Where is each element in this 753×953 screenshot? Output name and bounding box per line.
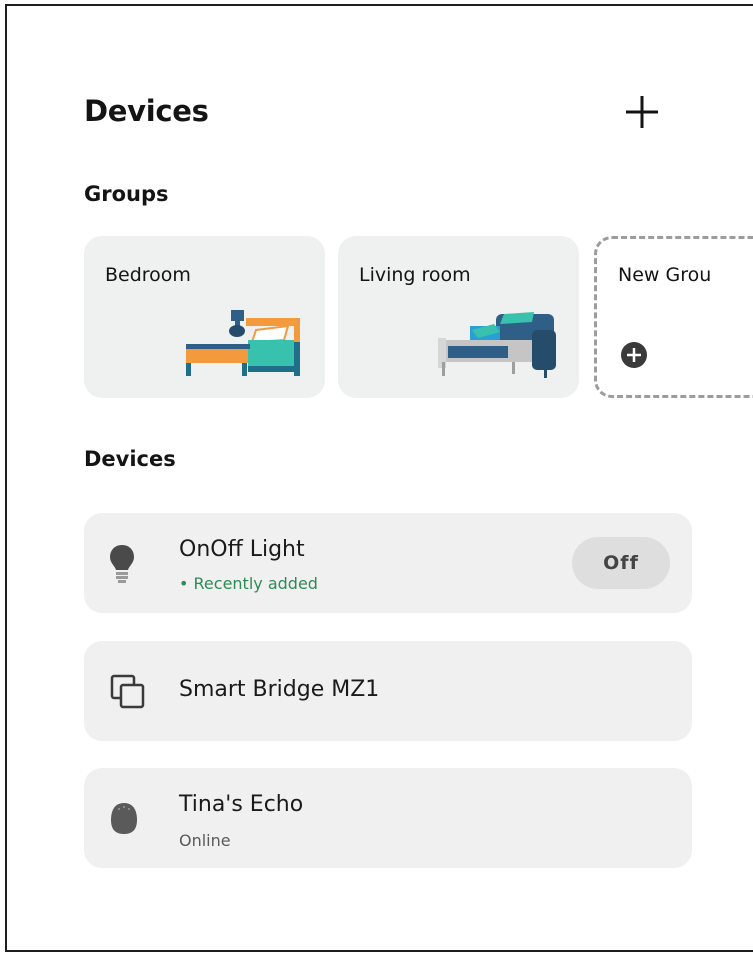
- device-name: Smart Bridge MZ1: [179, 677, 380, 702]
- group-card-label: Bedroom: [105, 264, 191, 286]
- new-group-card[interactable]: New Grou: [594, 236, 753, 398]
- groups-section-title: Groups: [84, 182, 169, 206]
- bridge-icon: [110, 674, 145, 709]
- add-device-button[interactable]: [620, 90, 664, 134]
- device-row-onoff-light[interactable]: OnOff Light • Recently added Off: [84, 513, 692, 613]
- plus-icon: [626, 96, 658, 128]
- bedroom-illustration: [186, 310, 300, 376]
- page-title: Devices: [84, 94, 209, 128]
- device-status: • Recently added: [179, 574, 318, 593]
- echo-speaker-icon: [111, 803, 137, 834]
- device-name: OnOff Light: [179, 537, 305, 562]
- group-card-living-room[interactable]: Living room: [338, 236, 579, 398]
- device-row-tinas-echo[interactable]: Tina's Echo Online: [84, 768, 692, 868]
- lightbulb-icon: [110, 545, 134, 583]
- devices-section-title: Devices: [84, 447, 176, 471]
- group-card-bedroom[interactable]: Bedroom: [84, 236, 325, 398]
- living-room-illustration: [438, 312, 556, 378]
- device-status: Online: [179, 831, 231, 850]
- device-name: Tina's Echo: [179, 792, 304, 817]
- plus-circle-icon: [621, 342, 647, 368]
- power-toggle-button[interactable]: Off: [572, 537, 670, 589]
- device-row-smart-bridge[interactable]: Smart Bridge MZ1: [84, 641, 692, 741]
- group-card-label: Living room: [359, 264, 471, 286]
- new-group-label: New Grou: [618, 264, 712, 286]
- app-frame: Devices Groups Bedroom Living room New G…: [5, 4, 753, 952]
